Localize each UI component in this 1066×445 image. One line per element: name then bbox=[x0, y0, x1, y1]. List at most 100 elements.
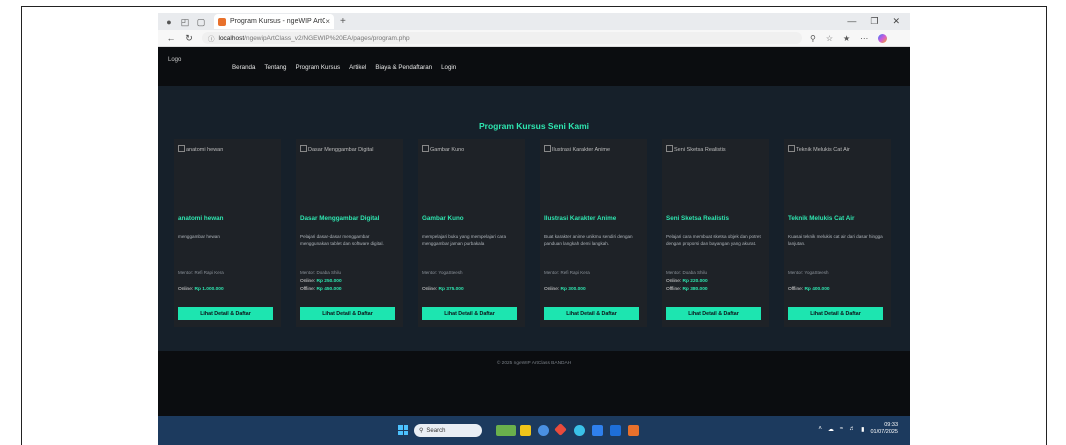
course-mentor: Mentor: YogaSteesh bbox=[422, 270, 463, 275]
course-mentor: Mentor: Doaba Shilu bbox=[300, 270, 342, 275]
site-footer: © 2025 ngeWIP ArtClass BANDAH bbox=[158, 351, 910, 416]
course-image: anatomi hewan bbox=[178, 145, 223, 153]
price-value: Rp 400.000 bbox=[804, 287, 830, 292]
favorites-icon[interactable]: ★ bbox=[843, 34, 850, 43]
maximize-icon[interactable]: ❐ bbox=[870, 16, 878, 27]
course-card: anatomi hewan anatomi hewan menggambar h… bbox=[174, 139, 281, 327]
price-label: Online: bbox=[300, 279, 316, 284]
file-explorer-icon[interactable] bbox=[520, 425, 531, 436]
minimize-icon[interactable]: — bbox=[847, 16, 856, 27]
taskbar-search[interactable]: ⚲ Search bbox=[414, 424, 482, 437]
refresh-icon[interactable]: ↻ bbox=[184, 33, 194, 44]
word-icon[interactable] bbox=[610, 425, 621, 436]
course-title: Seni Sketsa Realistis bbox=[666, 215, 730, 222]
url-host: localhost bbox=[218, 34, 245, 42]
detail-register-button[interactable]: Lihat Detail & Daftar bbox=[300, 307, 395, 320]
browser-icon[interactable] bbox=[574, 425, 585, 436]
search-icon: ⚲ bbox=[419, 428, 424, 434]
footer-copyright: © 2025 ngeWIP ArtClass BANDAH bbox=[496, 361, 572, 366]
menu-tentang[interactable]: Tentang bbox=[264, 64, 286, 71]
windows-taskbar: ⚲ Search ˄ ☁ ≈ ♬ ▮ 09:33 01/07/2025 bbox=[158, 416, 910, 445]
site-navbar: Logo Beranda Tentang Program Kursus Arti… bbox=[158, 47, 910, 86]
course-online-price: Online: Rp 375.000 bbox=[422, 287, 464, 292]
tab-program-kursus[interactable]: Program Kursus - ngeWIP ArtCla × bbox=[214, 14, 334, 29]
zoom-icon[interactable]: ⚲ bbox=[810, 34, 816, 43]
course-image: Gambar Kuno bbox=[422, 145, 464, 153]
price-value: Rp 220.000 bbox=[682, 279, 708, 284]
course-mentor: Mentor: YogaSteesh bbox=[788, 270, 829, 275]
price-label: Offline: bbox=[788, 287, 804, 292]
course-mentor: Mentor: Refi Rapi Kera bbox=[178, 270, 224, 275]
more-icon[interactable]: ⋯ bbox=[860, 34, 868, 43]
edge-icon[interactable] bbox=[538, 425, 549, 436]
volume-icon[interactable]: ♬ bbox=[849, 426, 855, 432]
vscode-icon[interactable] bbox=[592, 425, 603, 436]
menu-login[interactable]: Login bbox=[441, 64, 456, 71]
app-icon[interactable] bbox=[554, 423, 567, 436]
course-offline-price: Offline: Rp 400.000 bbox=[788, 287, 830, 292]
back-icon[interactable]: ← bbox=[166, 33, 176, 43]
menu-biaya-pendaftaran[interactable]: Biaya & Pendaftaran bbox=[375, 64, 432, 71]
course-offline-price: Offline: Rp 380.000 bbox=[666, 287, 708, 292]
workspaces-icon[interactable]: ◰ bbox=[180, 17, 190, 27]
site-logo[interactable]: Logo bbox=[168, 57, 181, 63]
menu-program-kursus[interactable]: Program Kursus bbox=[295, 64, 340, 71]
site-favicon-icon bbox=[218, 17, 226, 26]
course-online-price: Online: Rp 220.000 bbox=[666, 279, 708, 284]
course-mentor: Mentor: Doaba Shilu bbox=[666, 270, 708, 275]
course-description: Buat karakter anime unikmu sendiri denga… bbox=[544, 234, 633, 246]
system-tray: ˄ ☁ ≈ ♬ ▮ 09:33 01/07/2025 bbox=[818, 422, 898, 436]
menu-beranda[interactable]: Beranda bbox=[232, 64, 255, 71]
course-title: anatomi hewan bbox=[178, 215, 224, 222]
course-card: Seni Sketsa Realistis Seni Sketsa Realis… bbox=[662, 139, 769, 327]
new-tab-button[interactable]: + bbox=[340, 16, 346, 27]
url-path: /ngewipArtClass_v2/NGEWIP%20EA/pages/pro… bbox=[244, 34, 410, 42]
course-image: Dasar Menggambar Digital bbox=[300, 145, 373, 153]
course-title: Teknik Melukis Cat Air bbox=[788, 215, 855, 222]
close-window-icon[interactable]: ✕ bbox=[892, 16, 900, 27]
course-card: Ilustrasi Karakter Anime Ilustrasi Karak… bbox=[540, 139, 647, 327]
detail-register-button[interactable]: Lihat Detail & Daftar bbox=[544, 307, 639, 320]
course-mentor: Mentor: Refi Rapi Kera bbox=[544, 270, 590, 275]
favorite-star-icon[interactable]: ☆ bbox=[826, 34, 833, 43]
price-value: Rp 250.000 bbox=[316, 279, 342, 284]
search-placeholder: Search bbox=[426, 427, 446, 434]
course-title: Dasar Menggambar Digital bbox=[300, 215, 380, 222]
wifi-icon[interactable]: ≈ bbox=[840, 426, 843, 432]
price-label: Online: bbox=[544, 287, 560, 292]
tab-actions-icon[interactable]: ▢ bbox=[196, 17, 206, 27]
cloud-icon[interactable]: ☁ bbox=[828, 426, 834, 433]
address-bar[interactable]: ⓘ localhost/ngewipArtClass_v2/NGEWIP%20E… bbox=[202, 32, 802, 44]
detail-register-button[interactable]: Lihat Detail & Daftar bbox=[788, 307, 883, 320]
price-label: Online: bbox=[422, 287, 438, 292]
battery-icon[interactable]: ▮ bbox=[861, 426, 864, 433]
start-icon[interactable] bbox=[398, 425, 408, 435]
tab-close-button[interactable]: × bbox=[325, 17, 330, 26]
menu-artikel[interactable]: Artikel bbox=[349, 64, 366, 71]
clock[interactable]: 09:33 01/07/2025 bbox=[870, 422, 898, 436]
tab-title: Program Kursus - ngeWIP ArtCla bbox=[230, 18, 326, 25]
copilot-icon[interactable] bbox=[878, 33, 888, 43]
xampp-icon[interactable] bbox=[628, 425, 639, 436]
clock-time: 09:33 bbox=[884, 422, 898, 428]
course-title: Ilustrasi Karakter Anime bbox=[544, 215, 617, 222]
course-description: menggambar hewan bbox=[178, 234, 220, 239]
price-value: Rp 1.000.000 bbox=[194, 287, 224, 292]
course-image: Teknik Melukis Cat Air bbox=[788, 145, 850, 153]
profile-icon[interactable]: ● bbox=[164, 17, 174, 27]
widgets-icon[interactable] bbox=[496, 425, 516, 436]
course-description: Kuasai teknik melukis cat air dari dasar… bbox=[788, 234, 883, 246]
price-label: Online: bbox=[666, 279, 682, 284]
price-label: Online: bbox=[178, 287, 194, 292]
desktop-screen: ● ◰ ▢ Program Kursus - ngeWIP ArtCla × +… bbox=[158, 13, 910, 445]
site-info-icon[interactable]: ⓘ bbox=[208, 33, 215, 43]
detail-register-button[interactable]: Lihat Detail & Daftar bbox=[178, 307, 273, 320]
detail-register-button[interactable]: Lihat Detail & Daftar bbox=[422, 307, 517, 320]
course-title: Gambar Kuno bbox=[422, 215, 464, 222]
price-value: Rp 300.000 bbox=[560, 287, 586, 292]
course-online-price: Online: Rp 1.000.000 bbox=[178, 287, 224, 292]
detail-register-button[interactable]: Lihat Detail & Daftar bbox=[666, 307, 761, 320]
chevron-up-icon[interactable]: ˄ bbox=[818, 426, 822, 432]
course-image: Ilustrasi Karakter Anime bbox=[544, 145, 610, 153]
price-label: Offline: bbox=[300, 287, 316, 292]
